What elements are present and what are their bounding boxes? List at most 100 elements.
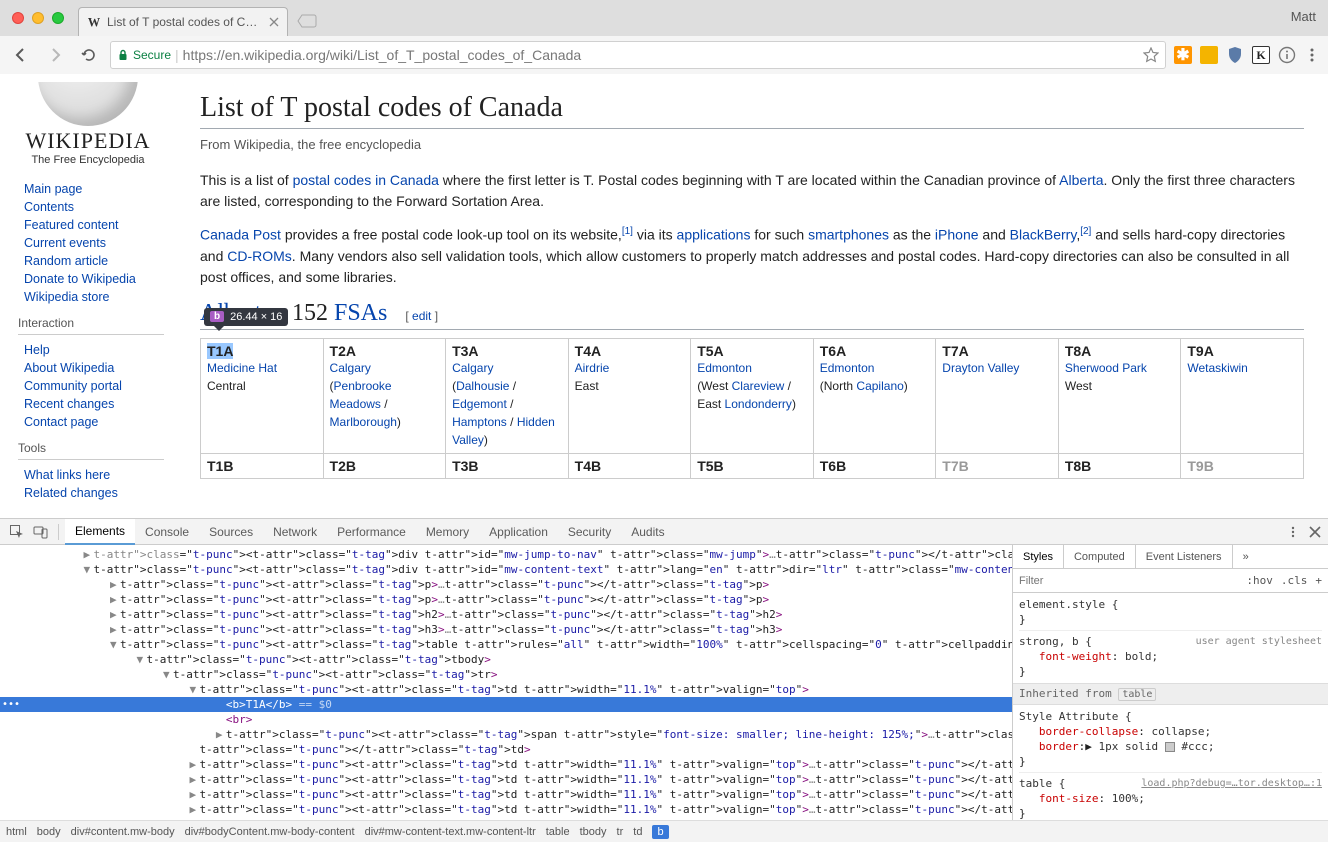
add-rule-button[interactable]: + [1315, 574, 1322, 587]
neighbourhood-link[interactable]: Capilano [856, 379, 903, 393]
devtools-tab-sources[interactable]: Sources [199, 519, 263, 545]
sidebar-interaction-link[interactable]: Contact page [24, 415, 98, 429]
city-link[interactable]: Edmonton [820, 361, 875, 375]
cls-toggle[interactable]: .cls [1281, 574, 1308, 587]
neighbourhood-link[interactable]: Penbrooke Meadows [330, 379, 392, 411]
breadcrumb-item[interactable]: div#mw-content-text.mw-content-ltr [365, 826, 536, 838]
city-link[interactable]: Edmonton [697, 361, 752, 375]
city-link[interactable]: Airdrie [575, 361, 610, 375]
dom-tree-line[interactable]: ▶t-attr">class="t-punc"><t-attr">class="… [0, 757, 1012, 772]
dom-tree-line[interactable]: ▶t-attr">class="t-punc"><t-attr">class="… [0, 787, 1012, 802]
sidebar-interaction-link[interactable]: Community portal [24, 379, 122, 393]
devtools-tab-elements[interactable]: Elements [65, 519, 135, 545]
device-mode-button[interactable] [30, 521, 52, 543]
devtools-tab-application[interactable]: Application [479, 519, 558, 545]
breadcrumb-item[interactable]: div#bodyContent.mw-body-content [185, 826, 355, 838]
styles-tab-computed[interactable]: Computed [1064, 545, 1136, 568]
hov-toggle[interactable]: :hov [1246, 574, 1273, 587]
link-canada-post[interactable]: Canada Post [200, 227, 281, 243]
minimize-window-button[interactable] [32, 12, 44, 24]
sidebar-interaction-link[interactable]: About Wikipedia [24, 361, 114, 375]
close-tab-icon[interactable] [269, 17, 279, 27]
sidebar-main-link[interactable]: Main page [24, 182, 82, 196]
rule-source-link[interactable]: load.php?debug=…tor.desktop…:1 [1141, 776, 1322, 791]
link-cdroms[interactable]: CD-ROMs [227, 248, 292, 264]
dom-tree-line[interactable]: ▼t-attr">class="t-punc"><t-attr">class="… [0, 682, 1012, 697]
dom-tree-line[interactable]: ▶t-attr">class="t-punc"><t-attr">class="… [0, 772, 1012, 787]
city-link[interactable]: Medicine Hat [207, 361, 277, 375]
city-link[interactable]: Sherwood Park [1065, 361, 1147, 375]
dom-tree-line[interactable]: ▼t-attr">class="t-punc"><t-attr">class="… [0, 637, 1012, 652]
devtools-tab-security[interactable]: Security [558, 519, 621, 545]
link-blackberry[interactable]: BlackBerry [1010, 227, 1077, 243]
breadcrumb-item[interactable]: html [6, 826, 27, 838]
profile-label[interactable]: Matt [1291, 9, 1316, 24]
extension-info-icon[interactable] [1278, 46, 1296, 64]
secure-indicator[interactable]: Secure [117, 48, 171, 62]
neighbourhood-link[interactable]: Marlborough [330, 415, 397, 429]
city-link[interactable]: Calgary [452, 361, 493, 375]
forward-button[interactable] [42, 42, 68, 68]
link-postal-codes[interactable]: postal codes in Canada [293, 172, 439, 188]
breadcrumb-item[interactable]: tr [617, 826, 624, 838]
link-alberta[interactable]: Alberta [1059, 172, 1103, 188]
styles-tab-listeners[interactable]: Event Listeners [1136, 545, 1233, 568]
link-applications[interactable]: applications [677, 227, 751, 243]
extension-asterisk-icon[interactable]: ✱ [1174, 46, 1192, 64]
star-icon[interactable] [1143, 47, 1159, 63]
sidebar-tools-link[interactable]: What links here [24, 468, 110, 482]
sidebar-tools-link[interactable]: Related changes [24, 486, 118, 500]
dom-tree-line[interactable]: ▶t-attr">class="t-punc"><t-attr">class="… [0, 802, 1012, 817]
reload-button[interactable] [76, 42, 102, 68]
close-window-button[interactable] [12, 12, 24, 24]
sidebar-main-link[interactable]: Current events [24, 236, 106, 250]
city-link[interactable]: Drayton Valley [942, 361, 1019, 375]
dom-tree-line[interactable]: ••• <b>T1A</b> == $0 [0, 697, 1012, 712]
dom-tree-line[interactable]: ▶t-attr">class="t-punc"><t-attr">class="… [0, 547, 1012, 562]
sidebar-main-link[interactable]: Contents [24, 200, 74, 214]
dom-tree-line[interactable]: ▶t-attr">class="t-punc"><t-attr">class="… [0, 727, 1012, 742]
wiki-logo[interactable]: WIKIPEDIA The Free Encyclopedia [0, 82, 176, 174]
devtools-tab-console[interactable]: Console [135, 519, 199, 545]
dom-tree-line[interactable]: ▼t-attr">class="t-punc"><t-attr">class="… [0, 667, 1012, 682]
extension-shield-icon[interactable] [1226, 46, 1244, 64]
devtools-tab-performance[interactable]: Performance [327, 519, 416, 545]
devtools-close-icon[interactable] [1308, 525, 1322, 539]
breadcrumb-item[interactable]: tbody [580, 826, 607, 838]
neighbourhood-link[interactable]: Hamptons [452, 415, 507, 429]
extension-yellow-icon[interactable] [1200, 46, 1218, 64]
link-iphone[interactable]: iPhone [935, 227, 979, 243]
devtools-tab-audits[interactable]: Audits [621, 519, 674, 545]
sidebar-main-link[interactable]: Random article [24, 254, 108, 268]
dom-tree-line[interactable]: ▶t-attr">class="t-punc"><t-attr">class="… [0, 607, 1012, 622]
breadcrumb-item[interactable]: div#content.mw-body [71, 826, 175, 838]
neighbourhood-link[interactable]: Edgemont [452, 397, 507, 411]
dom-tree[interactable]: ▶t-attr">class="t-punc"><t-attr">class="… [0, 545, 1012, 820]
sidebar-interaction-link[interactable]: Recent changes [24, 397, 114, 411]
address-bar[interactable]: Secure | https://en.wikipedia.org/wiki/L… [110, 41, 1166, 69]
link-fsas[interactable]: FSAs [334, 300, 387, 326]
sidebar-main-link[interactable]: Donate to Wikipedia [24, 272, 136, 286]
dom-tree-line[interactable]: t-attr">class="t-punc"></t-attr">class="… [0, 742, 1012, 757]
dom-breadcrumbs[interactable]: html body div#content.mw-body div#bodyConte… [0, 820, 1328, 842]
back-button[interactable] [8, 42, 34, 68]
dom-tree-line[interactable]: ▶t-attr">class="t-punc"><t-attr">class="… [0, 622, 1012, 637]
ref-1[interactable]: [1] [622, 226, 633, 237]
styles-tab-more[interactable]: » [1233, 545, 1259, 568]
extension-k-icon[interactable]: K [1252, 46, 1270, 64]
ref-2[interactable]: [2] [1080, 226, 1091, 237]
breadcrumb-item[interactable]: table [546, 826, 570, 838]
sidebar-main-link[interactable]: Wikipedia store [24, 290, 109, 304]
neighbourhood-link[interactable]: Clareview [732, 379, 785, 393]
link-smartphones[interactable]: smartphones [808, 227, 889, 243]
dom-tree-line[interactable]: ▶t-attr">class="t-punc"><t-attr">class="… [0, 592, 1012, 607]
devtools-tab-memory[interactable]: Memory [416, 519, 479, 545]
sidebar-interaction-link[interactable]: Help [24, 343, 50, 357]
neighbourhood-link[interactable]: Dalhousie [456, 379, 509, 393]
color-swatch[interactable] [1165, 742, 1175, 752]
styles-tab-styles[interactable]: Styles [1013, 545, 1064, 568]
devtools-menu-icon[interactable] [1286, 525, 1300, 539]
edit-link[interactable]: edit [412, 309, 431, 323]
breadcrumb-item[interactable]: body [37, 826, 61, 838]
new-tab-button[interactable] [296, 10, 318, 32]
